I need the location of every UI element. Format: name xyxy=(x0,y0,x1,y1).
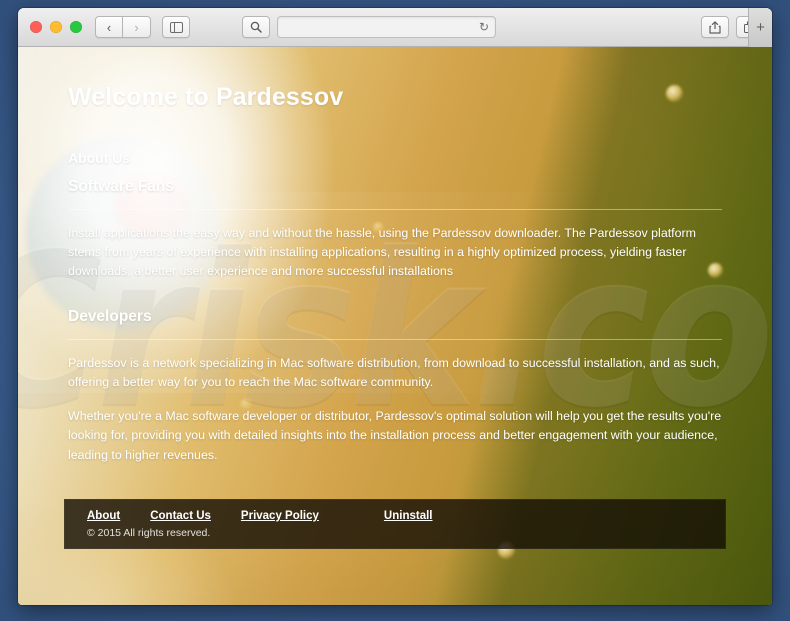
footer-link-label: Privacy Policy xyxy=(240,510,319,522)
browser-window: ‹ › ↻ + Welcome to Pardessov About Us So… xyxy=(18,8,772,605)
sidebar-icon xyxy=(169,21,183,33)
nav-item-about-us[interactable]: About Us xyxy=(68,150,130,166)
back-button[interactable]: ‹ xyxy=(95,16,123,38)
reload-icon[interactable]: ↻ xyxy=(479,21,489,33)
minimize-window-button[interactable] xyxy=(50,21,62,33)
copyright-text: © 2015 All rights reserved. xyxy=(87,527,211,539)
footer-link-about[interactable]: About xyxy=(87,510,120,522)
section-divider xyxy=(68,338,722,340)
chevron-left-icon: ‹ xyxy=(106,19,112,35)
window-traffic-lights xyxy=(30,21,82,33)
forward-button[interactable]: › xyxy=(123,16,151,38)
section-software-fans: Software Fans Install applications the e… xyxy=(68,178,722,282)
section-developers: Developers Pardessov is a network specia… xyxy=(68,308,722,465)
share-button[interactable] xyxy=(701,16,729,38)
footer-link-contact-us[interactable]: Contact Us xyxy=(150,510,211,522)
close-window-button[interactable] xyxy=(30,21,42,33)
search-button[interactable] xyxy=(242,16,270,38)
footer-link-label: About xyxy=(87,510,121,522)
search-icon xyxy=(250,21,262,33)
section-paragraph: Install applications the easy way and wi… xyxy=(68,226,696,279)
site-content: Welcome to Pardessov About Us Software F… xyxy=(18,47,772,480)
footer-link-label: Contact Us xyxy=(150,510,211,522)
chevron-right-icon: › xyxy=(134,19,139,35)
footer-link-uninstall[interactable]: Uninstall xyxy=(384,510,433,522)
page-viewport: PCrisk.com Welcome to Pardessov About Us… xyxy=(18,47,772,605)
plus-icon: + xyxy=(756,19,765,36)
section-heading-developers: Developers xyxy=(68,307,152,325)
section-divider xyxy=(68,209,722,210)
address-bar[interactable]: ↻ xyxy=(277,16,496,38)
site-nav: About Us xyxy=(68,150,722,166)
share-icon xyxy=(709,20,721,34)
footer-link-label: Uninstall xyxy=(383,510,433,522)
new-tab-button[interactable]: + xyxy=(748,8,772,47)
footer-link-privacy-policy[interactable]: Privacy Policy xyxy=(241,510,319,522)
maximize-window-button[interactable] xyxy=(70,21,82,33)
navigation-button-group: ‹ › xyxy=(95,16,151,38)
page-title: Welcome to Pardessov xyxy=(68,83,344,111)
sidebar-toggle-button[interactable] xyxy=(162,16,190,38)
section-heading-software-fans: Software Fans xyxy=(68,178,174,195)
section-paragraph: Pardessov is a network specializing in M… xyxy=(68,355,720,389)
footer-links: About Contact Us Privacy Policy Uninstal… xyxy=(87,510,703,522)
section-paragraph: Whether you're a Mac software developer … xyxy=(68,409,722,462)
browser-toolbar: ‹ › ↻ + xyxy=(18,8,772,47)
site-footer: About Contact Us Privacy Policy Uninstal… xyxy=(64,499,726,549)
